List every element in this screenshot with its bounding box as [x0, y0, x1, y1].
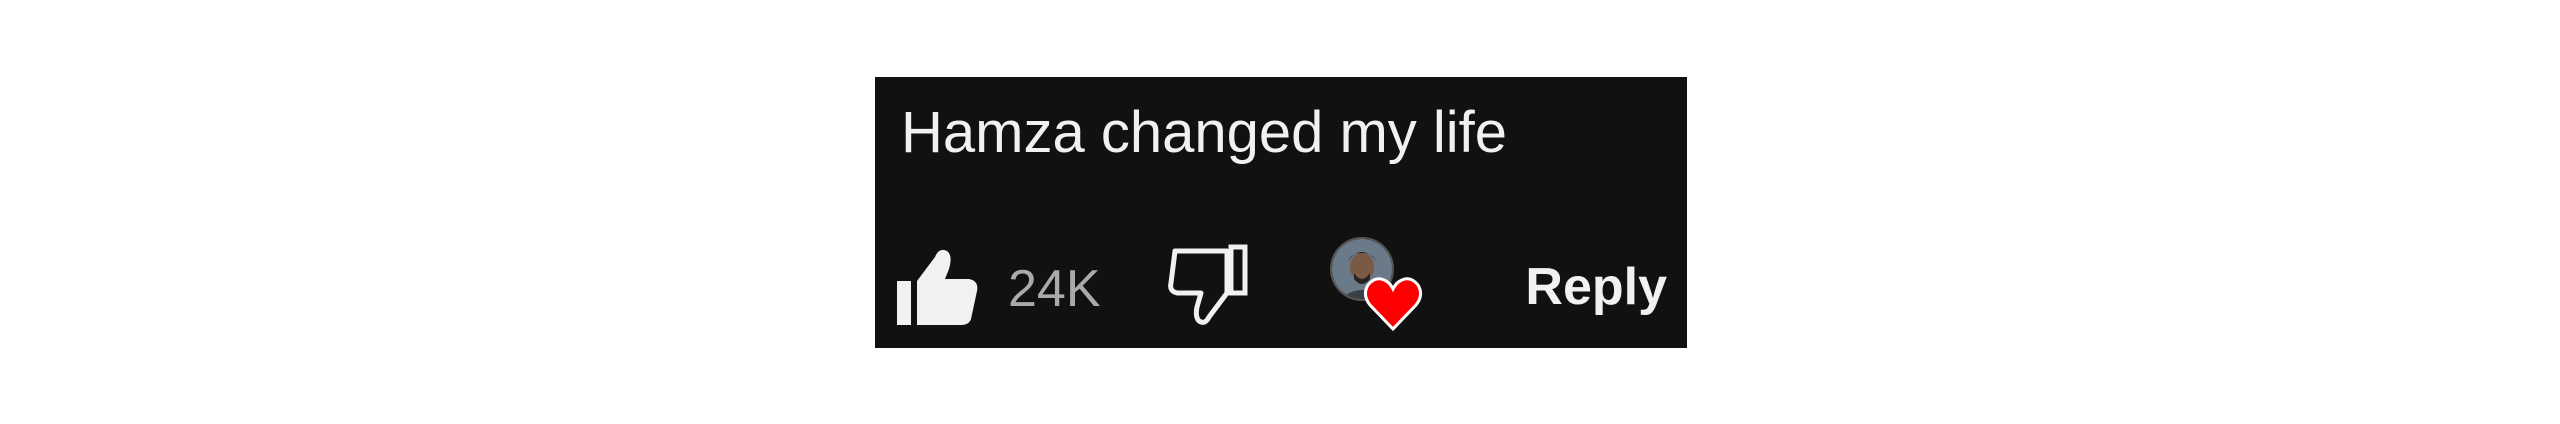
thumbs-up-icon	[897, 249, 978, 325]
reply-button[interactable]: Reply	[1525, 255, 1667, 319]
comment-text: Hamza changed my life	[901, 100, 1508, 165]
creator-heart[interactable]	[1330, 237, 1440, 337]
heart-icon	[1363, 277, 1423, 332]
comment-actions: 24K Reply	[875, 237, 1687, 347]
like-count: 24K	[1008, 260, 1101, 318]
comment-card: Hamza changed my life 24K Reply	[875, 77, 1687, 348]
dislike-button[interactable]	[1165, 241, 1251, 327]
thumbs-down-icon	[1168, 244, 1248, 325]
like-button[interactable]	[895, 243, 981, 329]
